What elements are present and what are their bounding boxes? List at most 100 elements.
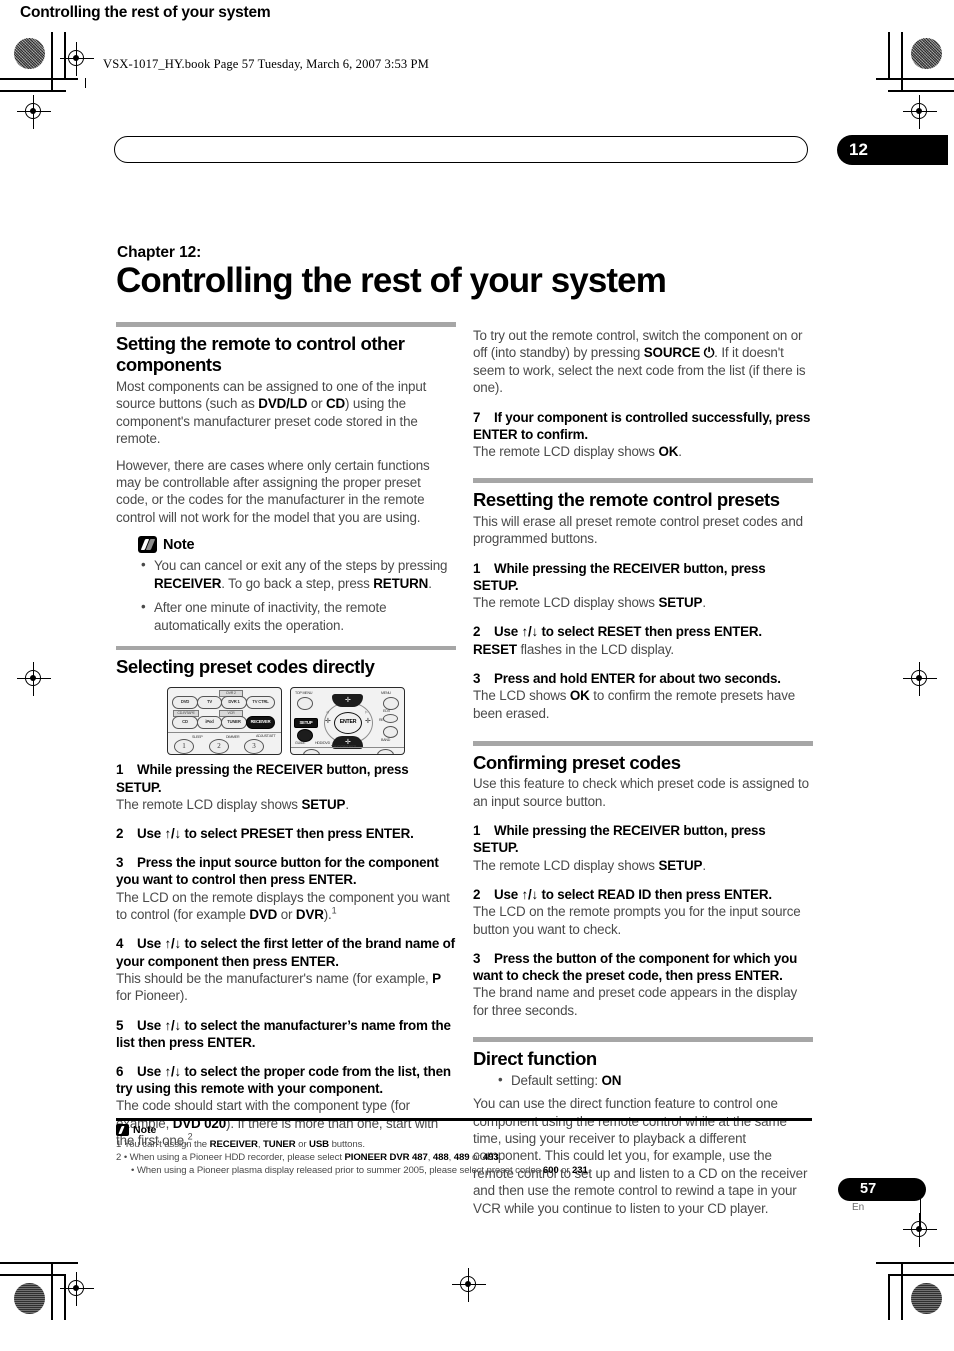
registration-target-right-lower xyxy=(903,1213,937,1247)
section-heading-selecting-preset-codes: Selecting preset codes directly xyxy=(116,655,375,677)
crop-line-top-left-v xyxy=(51,32,53,90)
step-1-selecting: 1 While pressing the RECEIVER button, pre… xyxy=(116,762,409,795)
footnote-ref-1: 1 xyxy=(331,905,337,916)
reset-step-1-result: The remote LCD display shows SETUP. xyxy=(473,595,706,611)
step-7-result: The remote LCD display shows OK. xyxy=(473,444,682,459)
note-item-inactivity: After one minute of inactivity, the remo… xyxy=(141,598,456,634)
left-column: Setting the remote to control other comp… xyxy=(116,322,456,1150)
page-frame-left xyxy=(85,78,87,88)
crop-line-top-left-h2 xyxy=(0,90,66,92)
remote-button-tuner[interactable]: TUNER xyxy=(221,716,247,730)
confirm-step-3: 3 Press the button of the component for w… xyxy=(473,951,798,984)
section-rule xyxy=(473,1037,813,1043)
chapter-number-badge: 12 xyxy=(837,135,948,165)
remote-label-edit: EDIT xyxy=(383,709,391,714)
footnote-title: Note xyxy=(133,1124,157,1136)
confirm-step-3-result: The brand name and preset code appears i… xyxy=(473,985,798,1018)
crop-line-top-right-h xyxy=(876,78,954,80)
file-header: VSX-1017_HY.book Page 57 Tuesday, March … xyxy=(103,57,429,71)
remote-sublabel-dimmer: DIMMER xyxy=(226,735,240,740)
crop-line-bottom-right-h xyxy=(876,1262,954,1264)
section-heading-setting-remote: Setting the remote to control other comp… xyxy=(116,333,405,376)
note-item-cancel-exit: You can cancel or exit any of the steps … xyxy=(141,556,456,592)
step-6-selecting: 6 Use ↑/↓ to select the proper code from … xyxy=(116,1063,451,1097)
remote-panel-source-buttons: DVR 2 CD-R/TAPE VCR DVD TV DVR 1 TV CTRL… xyxy=(167,687,282,756)
registration-circle-bottom-right xyxy=(911,1283,942,1314)
remote-button-ipod[interactable]: iPod xyxy=(197,716,222,730)
note-header: Note xyxy=(138,536,456,554)
remote-label-menu: MENU xyxy=(381,691,391,696)
remote-nav-up-arrow-glyph: ✛ xyxy=(345,697,351,705)
remote-control-figure: DVR 2 CD-R/TAPE VCR DVD TV DVR 1 TV CTRL… xyxy=(116,687,456,756)
remote-button-tv[interactable]: TV xyxy=(197,696,222,710)
step-7-selecting: 7 If your component is controlled success… xyxy=(473,409,811,442)
remote-button-edit[interactable] xyxy=(383,714,398,724)
crop-line-bottom-left-h xyxy=(0,1262,78,1264)
remote-panel-navigation: TOP MENU MENU ✛ ✛ ✛ ✛ ◁ ▷ ENTER SETUP GU… xyxy=(290,687,405,756)
page-number-badge: 57 xyxy=(838,1178,926,1201)
remote-label-guide: GUIDE xyxy=(295,741,306,746)
pencil-note-icon xyxy=(116,1124,129,1136)
remote-panel-divider xyxy=(168,732,281,734)
section-rule xyxy=(116,322,456,327)
paragraph-components-assign: Most components can be assigned to one o… xyxy=(116,378,427,447)
crop-line-bottom-right-v xyxy=(901,1262,903,1320)
section-heading-resetting-presets: Resetting the remote control presets xyxy=(473,489,780,511)
remote-sublabel-adjust-att: ADJUST/ATT xyxy=(256,734,276,739)
remote-nav-right-glyph: ✛ xyxy=(365,718,371,726)
remote-button-tv-control-left[interactable] xyxy=(303,749,320,755)
confirm-step-2: 2 Use ↑/↓ to select READ ID then press EN… xyxy=(473,887,772,903)
registration-target-top-left xyxy=(60,42,94,76)
crop-line-bottom-right-h2 xyxy=(888,1274,954,1276)
registration-target-right-upper xyxy=(903,95,937,129)
reset-step-2: 2 Use ↑/↓ to select RESET then press ENTE… xyxy=(473,624,762,640)
crop-line-top-right-v2 xyxy=(888,32,890,78)
paragraph-try-out-remote: To try out the remote control, switch th… xyxy=(473,328,806,396)
remote-number-key-3[interactable]: 3 xyxy=(244,739,264,755)
step-4-selecting: 4 Use ↑/↓ to select the first letter of t… xyxy=(116,936,455,969)
registration-circle-top-left xyxy=(14,38,45,69)
footnote-line-2: 2 • When using a Pioneer HDD recorder, p… xyxy=(116,1152,502,1164)
direct-function-default-list: Default setting: ON xyxy=(495,1071,813,1089)
footnote-rule xyxy=(116,1118,812,1121)
paragraph-reset-intro: This will erase all preset remote contro… xyxy=(473,513,803,547)
crop-line-top-left-v2 xyxy=(64,32,66,78)
remote-button-setup[interactable]: SETUP xyxy=(294,718,318,729)
registration-target-left-upper xyxy=(17,95,51,129)
remote-label-hdd-dvd: HDD/DVD xyxy=(315,741,330,746)
reset-step-3-result: The LCD shows OK to confirm the remote p… xyxy=(473,688,796,721)
remote-button-tv-control-right[interactable] xyxy=(377,749,394,755)
remote-button-band[interactable] xyxy=(383,726,398,739)
crop-line-top-right-v xyxy=(901,32,903,90)
remote-number-key-1[interactable]: 1 xyxy=(174,739,194,755)
remote-panel-divider-bottom xyxy=(291,747,404,749)
remote-number-key-2[interactable]: 2 xyxy=(209,739,229,755)
reset-step-2-result: RESET flashes in the LCD display. xyxy=(473,641,674,657)
remote-button-dvr1[interactable]: DVR 1 xyxy=(221,696,247,710)
remote-label-band: BAND xyxy=(381,738,391,743)
remote-button-receiver[interactable]: RECEIVER xyxy=(246,716,275,730)
section-rule xyxy=(116,645,456,650)
remote-button-dvd[interactable]: DVD xyxy=(172,696,198,710)
running-head-title: Controlling the rest of your system xyxy=(20,4,271,21)
remote-button-top-menu[interactable] xyxy=(297,697,313,711)
footnotes-block: Note 1 You can't assign the RECEIVER, TU… xyxy=(116,1118,812,1178)
remote-button-tvctrl[interactable]: TV CTRL xyxy=(246,696,275,710)
crop-line-top-right-h2 xyxy=(888,90,954,92)
note-list: You can cancel or exit any of the steps … xyxy=(138,556,456,634)
step-1-result: The remote LCD display shows SETUP. xyxy=(116,796,349,812)
section-rule xyxy=(473,741,813,747)
section-rule xyxy=(473,478,813,484)
registration-target-left-lower xyxy=(60,1272,94,1306)
note-title: Note xyxy=(163,536,195,553)
remote-button-cd[interactable]: CD xyxy=(172,716,198,730)
registration-target-left-mid xyxy=(17,662,51,696)
remote-label-top-menu: TOP MENU xyxy=(295,691,313,696)
footnote-header: Note xyxy=(116,1124,812,1136)
chapter-label: Chapter 12: xyxy=(117,244,202,261)
remote-label-left-small: ◁ xyxy=(326,710,329,715)
step-2-selecting: 2 Use ↑/↓ to select PRESET then press ENT… xyxy=(116,826,414,842)
chapter-number-text: 12 xyxy=(849,140,868,159)
paragraph-certain-functions: However, there are cases where only cert… xyxy=(116,457,430,525)
section-heading-direct-function: Direct function xyxy=(473,1048,597,1070)
